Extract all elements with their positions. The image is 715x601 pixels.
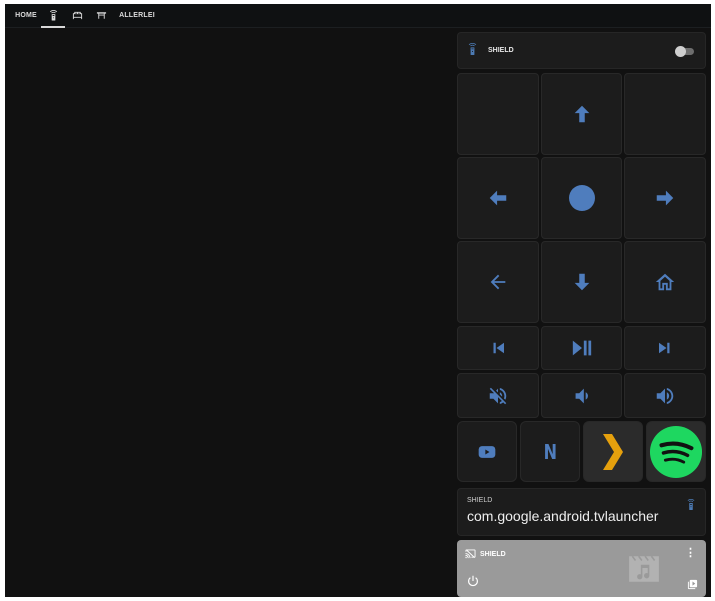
media-artwork [627, 554, 661, 589]
home-button[interactable] [624, 241, 706, 323]
volume-down-button[interactable] [541, 373, 622, 418]
volume-up-icon [656, 387, 674, 404]
spotify-icon [649, 425, 703, 478]
next-track-icon [659, 342, 670, 354]
volume-up-button[interactable] [624, 373, 706, 418]
volume-down-icon [575, 388, 588, 403]
dashboard: HOME ALLERLEI SHIELD N SHIELD com.google… [5, 4, 711, 597]
source-card-label: SHIELD [467, 497, 493, 504]
tab-allerlei-label: ALLERLEI [119, 12, 155, 19]
play-pause-button[interactable] [541, 326, 622, 370]
back-button[interactable] [457, 241, 539, 323]
arrow-up-icon [574, 105, 589, 123]
plex-button[interactable] [583, 421, 643, 482]
remote-header-card[interactable]: SHIELD [457, 32, 706, 69]
previous-track-icon [493, 342, 504, 354]
tab-remote[interactable] [41, 4, 65, 28]
plex-icon [603, 433, 623, 470]
more-options-icon[interactable]: ⋮ [685, 548, 696, 559]
current-source-card[interactable]: SHIELD com.google.android.tvlauncher [457, 488, 706, 536]
spotify-button[interactable] [646, 421, 706, 482]
source-card-value: com.google.android.tvlauncher [467, 508, 659, 524]
tab-allerlei[interactable]: ALLERLEI [113, 4, 161, 28]
remote-icon [468, 42, 477, 60]
top-navigation-bar: HOME ALLERLEI [5, 4, 711, 28]
select-circle-icon [568, 185, 595, 211]
table-icon [96, 12, 106, 19]
browse-media-icon [687, 579, 698, 590]
center-select-button[interactable] [541, 157, 622, 239]
blank-button-top-left [457, 73, 539, 155]
media-card-header: SHIELD [465, 549, 506, 559]
remote-icon [49, 10, 57, 21]
arrow-down-icon [574, 273, 589, 291]
home-icon [655, 273, 675, 291]
tab-home-label: HOME [15, 12, 37, 19]
back-arrow-icon [490, 274, 506, 290]
power-icon [468, 575, 478, 587]
power-button[interactable] [466, 574, 480, 593]
arrow-right-icon [656, 190, 674, 206]
bed-icon [72, 11, 82, 20]
volume-mute-icon [489, 387, 507, 404]
right-button[interactable] [624, 157, 706, 239]
media-player-card[interactable]: SHIELD ⋮ [457, 540, 706, 597]
down-button[interactable] [541, 241, 622, 323]
previous-track-button[interactable] [457, 326, 539, 370]
next-track-button[interactable] [624, 326, 706, 370]
remote-power-toggle[interactable] [675, 46, 694, 57]
blank-button-top-right [624, 73, 706, 155]
toggle-knob [675, 46, 686, 57]
left-button[interactable] [457, 157, 539, 239]
tab-table[interactable] [89, 4, 113, 28]
cast-icon [465, 549, 476, 559]
remote-icon [687, 497, 695, 515]
youtube-button[interactable] [457, 421, 517, 482]
youtube-icon [478, 445, 496, 458]
play-pause-icon [572, 340, 591, 356]
music-video-icon [629, 555, 659, 582]
arrow-left-icon [489, 190, 507, 206]
media-card-name: SHIELD [480, 550, 506, 558]
tab-bedroom[interactable] [65, 4, 89, 28]
remote-header-name: SHIELD [488, 47, 514, 54]
netflix-button[interactable]: N [520, 421, 580, 482]
up-button[interactable] [541, 73, 622, 155]
mute-button[interactable] [457, 373, 539, 418]
netflix-icon: N [543, 439, 557, 464]
tab-home[interactable]: HOME [11, 4, 41, 28]
browse-media-button[interactable] [687, 577, 698, 595]
